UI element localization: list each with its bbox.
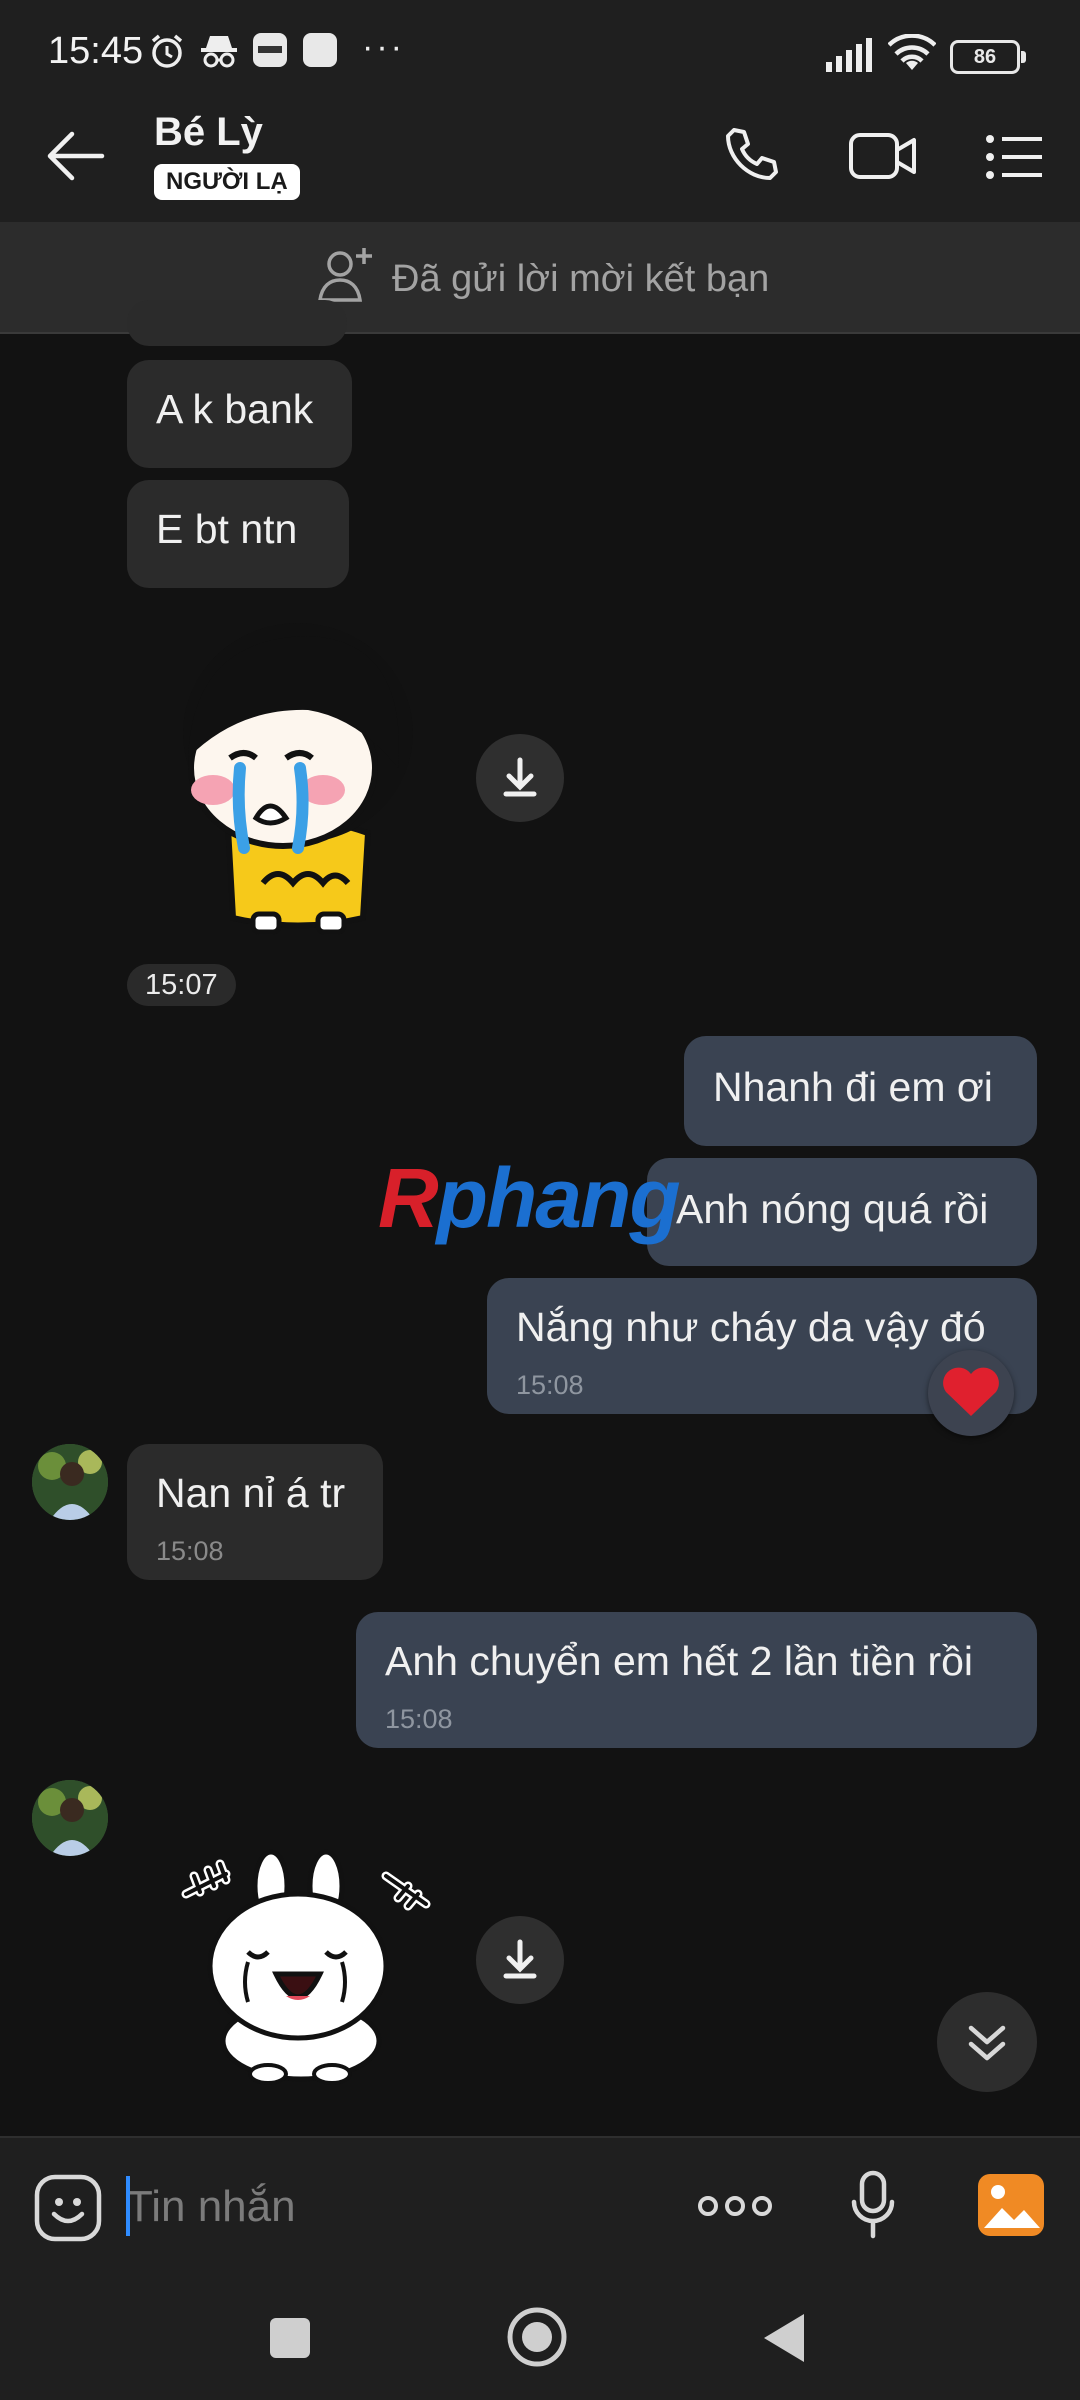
back-icon[interactable]	[760, 2312, 806, 2364]
phone-icon[interactable]	[722, 126, 780, 184]
message-text: Anh nóng quá rồi	[676, 1186, 989, 1232]
message-input[interactable]	[126, 2174, 646, 2240]
message-text: Nhanh đi em ơi	[713, 1064, 993, 1110]
incognito-icon	[198, 32, 240, 70]
message-bubble-outgoing[interactable]: Anh chuyển em hết 2 lần tiền rồi 15:08	[356, 1612, 1037, 1748]
avatar[interactable]	[32, 1780, 108, 1856]
emoji-icon[interactable]	[34, 2174, 102, 2242]
contact-name[interactable]: Bé Lỳ	[154, 110, 263, 155]
message-text: E bt ntn	[156, 506, 298, 552]
crying-girl-sticker[interactable]	[158, 618, 438, 938]
signal-icon	[826, 36, 878, 72]
download-button[interactable]	[476, 1916, 564, 2004]
message-time: 15:08	[516, 1370, 584, 1400]
menu-list-icon[interactable]	[986, 134, 1044, 180]
video-call-icon[interactable]	[848, 130, 918, 182]
message-bubble-incoming[interactable]: E bt ntn	[127, 480, 349, 588]
heart-icon	[943, 1367, 999, 1416]
microphone-icon[interactable]	[850, 2170, 896, 2240]
message-bubble-outgoing[interactable]: Nhanh đi em ơi	[684, 1036, 1037, 1146]
app-notification-icon	[252, 32, 288, 68]
status-time: 15:45	[48, 30, 144, 72]
gallery-icon[interactable]	[976, 2172, 1046, 2238]
chat-header: Bé Lỳ NGƯỜI LẠ	[0, 90, 1080, 222]
back-arrow-icon[interactable]	[46, 130, 106, 182]
message-bubble-incoming[interactable]: A k bank	[127, 360, 352, 468]
status-bar: 15:45 ··· 86	[0, 0, 1080, 90]
download-icon	[503, 1939, 537, 1979]
watermark-logo: Rphang	[378, 1151, 681, 1245]
app-notification-icon	[302, 32, 338, 68]
laughing-bunny-sticker[interactable]	[176, 1846, 446, 2086]
double-chevron-down-icon	[968, 2025, 1006, 2061]
wifi-icon	[888, 34, 936, 72]
message-composer	[0, 2136, 1080, 2276]
battery-icon: 86	[950, 40, 1026, 74]
scroll-to-bottom-button[interactable]	[937, 1992, 1037, 2092]
alarm-icon	[148, 32, 186, 70]
message-text: Nan nỉ á tr	[156, 1470, 346, 1516]
message-text: Nắng như cháy da vậy đó	[516, 1304, 986, 1350]
friend-request-text: Đã gửi lời mời kết bạn	[392, 258, 770, 300]
message-bubble-partial[interactable]	[127, 300, 347, 346]
download-button[interactable]	[476, 734, 564, 822]
time-separator: 15:07	[127, 964, 236, 1006]
avatar[interactable]	[32, 1444, 108, 1520]
message-text: A k bank	[156, 386, 314, 432]
message-text: Anh chuyển em hết 2 lần tiền rồi	[385, 1638, 974, 1684]
add-friend-icon	[316, 244, 378, 304]
message-bubble-incoming[interactable]: Nan nỉ á tr 15:08	[127, 1444, 383, 1580]
text-caret	[126, 2176, 130, 2236]
download-icon	[503, 757, 537, 797]
home-icon[interactable]	[506, 2306, 568, 2368]
reaction-badge[interactable]	[928, 1350, 1014, 1436]
system-nav-bar	[0, 2274, 1080, 2400]
message-bubble-outgoing[interactable]: Anh nóng quá rồi	[647, 1158, 1037, 1266]
message-time: 15:08	[156, 1536, 224, 1566]
more-notifications-icon: ···	[362, 28, 405, 66]
stranger-badge: NGƯỜI LẠ	[154, 164, 300, 200]
more-options-icon[interactable]	[698, 2194, 772, 2218]
recent-apps-icon[interactable]	[268, 2316, 312, 2360]
message-time: 15:08	[385, 1704, 453, 1734]
